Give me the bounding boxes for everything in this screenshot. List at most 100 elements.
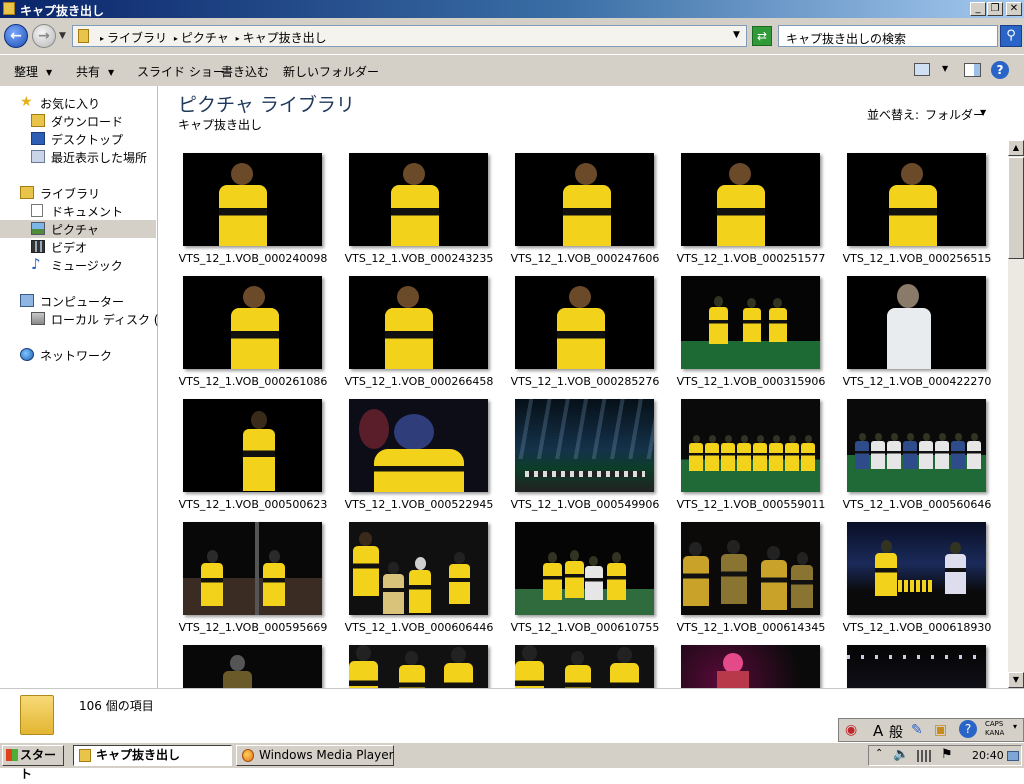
thumbnail-item[interactable]: VTS_12_1.VOB_000618930 (840, 522, 991, 642)
back-button[interactable]: ← (4, 24, 28, 48)
thumbnail-image[interactable] (847, 645, 986, 688)
thumbnail-image[interactable] (349, 522, 488, 615)
clock[interactable]: 20:40 (972, 749, 1004, 762)
new-folder-button[interactable]: 新しいフォルダー (283, 63, 379, 80)
scroll-down-arrow-icon[interactable]: ▼ (1008, 672, 1024, 688)
thumbnail-item[interactable]: VTS_12_1.VOB_000243235 (342, 153, 493, 273)
address-bar[interactable]: ▸ ライブラリ ▸ ピクチャ ▸ キャプ抜き出し (72, 25, 747, 47)
nav-pictures[interactable]: ピクチャ (0, 220, 156, 238)
thumbnail-image[interactable] (515, 276, 654, 369)
thumbnail-item[interactable]: VTS_12_1.VOB_000261086 (176, 276, 327, 396)
nav-libraries[interactable]: ライブラリ (0, 184, 156, 202)
thumbnail-item[interactable]: VTS_12_1.VOB_000549906 (508, 399, 659, 519)
restore-button[interactable]: ❐ (987, 2, 1003, 16)
thumbnail-image[interactable] (349, 399, 488, 492)
thumbnail-item[interactable]: VTS_12_1.VOB_000266458 (342, 276, 493, 396)
thumbnail-image[interactable] (349, 645, 488, 688)
nav-local-disk[interactable]: ローカル ディスク (C:) (0, 310, 176, 328)
recent-pages-dropdown[interactable]: ▼ (59, 31, 66, 41)
thumbnail-image[interactable] (681, 645, 820, 688)
thumbnail-item[interactable]: VTS_12_1.VOB_000522945 (342, 399, 493, 519)
nav-documents[interactable]: ドキュメント (0, 202, 156, 220)
nav-recent-places[interactable]: 最近表示した場所 (0, 148, 156, 166)
breadcrumb-libraries[interactable]: ライブラリ (107, 31, 167, 45)
thumbnail-item[interactable] (508, 645, 658, 688)
thumbnail-item[interactable] (674, 645, 824, 688)
nav-favorites[interactable]: ★ お気に入り (0, 94, 156, 112)
vertical-scrollbar[interactable]: ▲ ▼ (1008, 140, 1024, 688)
thumbnail-item[interactable]: VTS_12_1.VOB_000610755 (508, 522, 659, 642)
scroll-up-arrow-icon[interactable]: ▲ (1008, 140, 1024, 156)
burn-button[interactable]: 書き込む (221, 63, 269, 80)
ime-pad-icon[interactable]: ✎ (911, 722, 923, 738)
breadcrumb-current[interactable]: キャプ抜き出し (243, 31, 327, 45)
thumbnail-image[interactable] (515, 399, 654, 492)
nav-computer[interactable]: コンピューター (0, 292, 156, 310)
thumbnail-item[interactable]: VTS_12_1.VOB_000422270 (840, 276, 991, 396)
thumbnail-item[interactable]: VTS_12_1.VOB_000595669 (176, 522, 327, 642)
thumbnail-image[interactable] (847, 276, 986, 369)
thumbnail-image[interactable] (515, 522, 654, 615)
thumbnail-item[interactable]: VTS_12_1.VOB_000606446 (342, 522, 493, 642)
langbar-options-icon[interactable]: ▾ (1013, 722, 1017, 731)
ime-conversion-mode[interactable]: 般 (889, 722, 903, 742)
thumbnail-image[interactable] (847, 153, 986, 246)
thumbnail-image[interactable] (183, 276, 322, 369)
taskbar-item-media-player[interactable]: Windows Media Player (236, 745, 394, 766)
nav-downloads[interactable]: ダウンロード (0, 112, 156, 130)
help-icon[interactable]: ? (959, 720, 977, 738)
volume-icon[interactable]: 🔈 (893, 747, 909, 762)
thumbnail-image[interactable] (349, 276, 488, 369)
thumbnail-item[interactable]: VTS_12_1.VOB_000614345 (674, 522, 825, 642)
view-options-dropdown[interactable]: ▼ (942, 64, 948, 73)
thumbnail-image[interactable] (681, 276, 820, 369)
nav-desktop[interactable]: デスクトップ (0, 130, 156, 148)
search-icon[interactable]: ⚲ (1000, 25, 1022, 47)
thumbnail-item[interactable]: VTS_12_1.VOB_000285276 (508, 276, 659, 396)
minimize-button[interactable]: _ (970, 2, 986, 16)
change-view-icon[interactable] (914, 63, 930, 76)
thumbnail-item[interactable]: VTS_12_1.VOB_000559011 (674, 399, 825, 519)
thumbnail-item[interactable]: VTS_12_1.VOB_000240098 (176, 153, 327, 273)
thumbnail-item[interactable]: VTS_12_1.VOB_000256515 (840, 153, 991, 273)
nav-videos[interactable]: ビデオ (0, 238, 156, 256)
thumbnail-item[interactable]: VTS_12_1.VOB_000247606 (508, 153, 659, 273)
ime-icon[interactable]: ◉ (845, 722, 857, 738)
thumbnail-item[interactable] (176, 645, 326, 688)
thumbnail-item[interactable]: VTS_12_1.VOB_000251577 (674, 153, 825, 273)
start-button[interactable]: スタート (2, 745, 64, 781)
network-status-icon[interactable] (917, 750, 931, 762)
thumbnail-item[interactable]: VTS_12_1.VOB_000315906 (674, 276, 825, 396)
ime-input-mode-a[interactable]: A (873, 722, 883, 740)
breadcrumb-pictures[interactable]: ピクチャ (181, 31, 229, 45)
close-button[interactable]: ✕ (1006, 2, 1022, 16)
preview-pane-icon[interactable] (964, 63, 981, 77)
thumbnail-image[interactable] (183, 522, 322, 615)
thumbnail-image[interactable] (349, 153, 488, 246)
thumbnail-image[interactable] (681, 153, 820, 246)
show-desktop-icon[interactable] (1007, 751, 1019, 761)
thumbnail-image[interactable] (183, 399, 322, 492)
thumbnail-item[interactable]: VTS_12_1.VOB_000500623 (176, 399, 327, 519)
share-button[interactable]: 共有 ▼ (76, 63, 114, 80)
thumbnail-image[interactable] (515, 153, 654, 246)
address-history-dropdown[interactable]: ▼ (733, 30, 740, 40)
thumbnail-image[interactable] (183, 645, 322, 688)
chevron-right-icon[interactable]: ▸ (236, 34, 240, 43)
chevron-right-icon[interactable]: ▸ (174, 34, 178, 43)
chevron-right-icon[interactable]: ▸ (100, 34, 104, 43)
thumbnail-item[interactable] (342, 645, 492, 688)
forward-button[interactable]: → (32, 24, 56, 48)
thumbnail-image[interactable] (183, 153, 322, 246)
refresh-button[interactable]: ⇄ (752, 26, 772, 46)
thumbnail-item[interactable]: VTS_12_1.VOB_000560646 (840, 399, 991, 519)
thumbnail-image[interactable] (681, 399, 820, 492)
thumbnail-image[interactable] (681, 522, 820, 615)
thumbnail-image[interactable] (847, 399, 986, 492)
search-input[interactable]: キャプ抜き出しの検索 (778, 25, 998, 47)
show-hidden-icons-icon[interactable]: ⌃ (875, 748, 883, 759)
scrollbar-thumb[interactable] (1008, 157, 1024, 259)
action-center-flag-icon[interactable]: ⚑ (941, 747, 953, 762)
thumbnail-image[interactable] (847, 522, 986, 615)
nav-network[interactable]: ネットワーク (0, 346, 156, 364)
